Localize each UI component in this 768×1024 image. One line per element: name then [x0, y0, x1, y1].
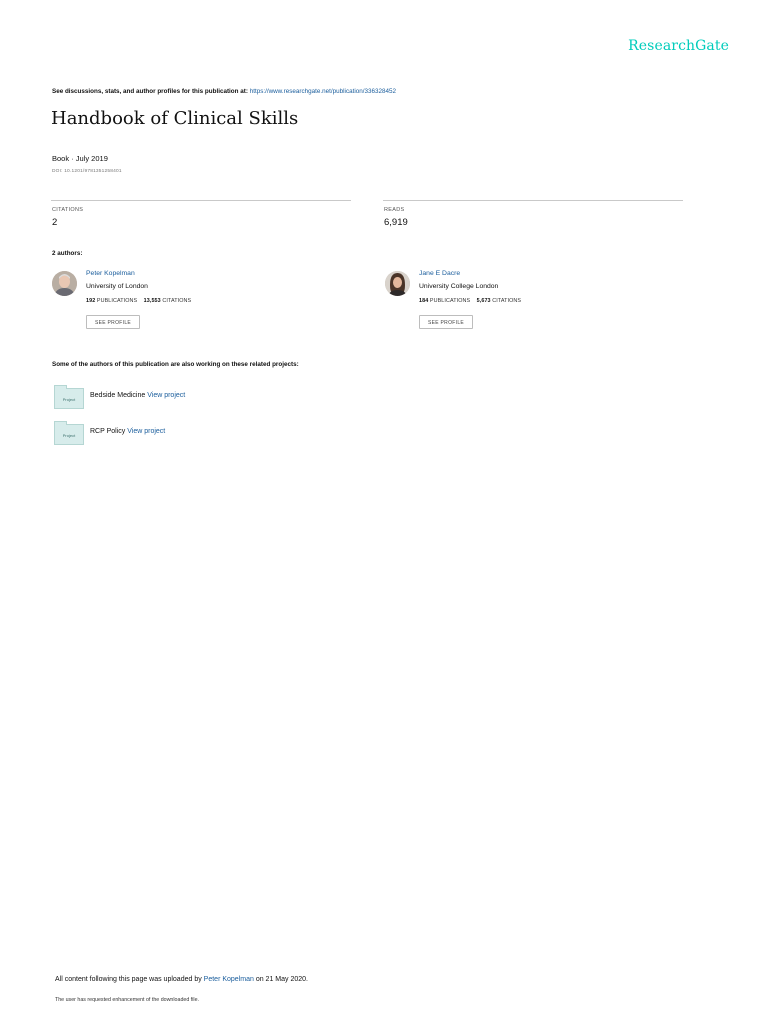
folder-tab: [54, 385, 67, 389]
see-profile-button[interactable]: SEE PROFILE: [419, 315, 473, 329]
project-folder-icon: Project: [54, 385, 84, 409]
upload-prefix: All content following this page was uplo…: [55, 976, 202, 983]
enhancement-note: The user has requested enhancement of th…: [55, 997, 199, 1003]
avatar-photo-icon: [385, 271, 410, 296]
citations-label: CITATIONS: [52, 207, 84, 213]
project-icon-label: Project: [62, 397, 76, 402]
avatar-peter-kopelman[interactable]: [52, 271, 77, 296]
author-name-link[interactable]: Jane E Dacre: [419, 270, 460, 277]
upload-info: All content following this page was uplo…: [55, 976, 308, 983]
author-publications-label: PUBLICATIONS: [429, 298, 471, 304]
author-name-link[interactable]: Peter Kopelman: [86, 270, 135, 277]
publication-meta: Book · July 2019: [52, 154, 108, 163]
author-stats: 184 PUBLICATIONS 5,673 CITATIONS: [419, 298, 521, 304]
author-citations-count: 5,673: [476, 298, 491, 304]
author-publications-count: 184: [419, 298, 429, 304]
author-citations-count: 13,553: [143, 298, 161, 304]
view-project-link[interactable]: View project: [147, 392, 185, 399]
reads-label: READS: [384, 207, 405, 213]
see-prefix: See discussions, stats, and author profi…: [52, 88, 248, 95]
publication-url-link[interactable]: https://www.researchgate.net/publication…: [250, 88, 396, 95]
author-institution: University College London: [419, 283, 499, 290]
project-folder-icon: Project: [54, 421, 84, 445]
author-citations-label: CITATIONS: [162, 298, 192, 304]
author-publications-label: PUBLICATIONS: [96, 298, 138, 304]
reads-divider: [383, 200, 683, 201]
citations-divider: [51, 200, 351, 201]
upload-suffix: on 21 May 2020.: [255, 976, 308, 983]
uploader-link[interactable]: Peter Kopelman: [204, 976, 254, 983]
avatar-photo-icon: [52, 271, 77, 296]
folder-tab: [54, 421, 67, 425]
view-project-link[interactable]: View project: [127, 428, 165, 435]
project-item: Bedside Medicine View project: [90, 392, 185, 399]
see-profile-button[interactable]: SEE PROFILE: [86, 315, 140, 329]
project-name: Bedside Medicine: [90, 392, 146, 399]
publication-url-line: See discussions, stats, and author profi…: [52, 88, 396, 95]
reads-value: 6,919: [384, 217, 408, 228]
author-stats: 192 PUBLICATIONS 13,553 CITATIONS: [86, 298, 191, 304]
authors-heading: 2 authors:: [52, 250, 83, 257]
citations-value: 2: [52, 217, 58, 228]
project-item: RCP Policy View project: [90, 428, 165, 435]
author-institution: University of London: [86, 283, 148, 290]
publication-doi: DOI: 10.1201/9781351258401: [52, 169, 122, 174]
avatar-jane-e-dacre[interactable]: [385, 271, 410, 296]
project-icon-label: Project: [62, 433, 76, 438]
author-citations-label: CITATIONS: [492, 298, 522, 304]
project-name: RCP Policy: [90, 428, 126, 435]
author-publications-count: 192: [86, 298, 96, 304]
researchgate-logo[interactable]: ResearchGate: [628, 38, 729, 54]
publication-title: Handbook of Clinical Skills: [51, 108, 299, 129]
related-projects-heading: Some of the authors of this publication …: [52, 361, 299, 368]
